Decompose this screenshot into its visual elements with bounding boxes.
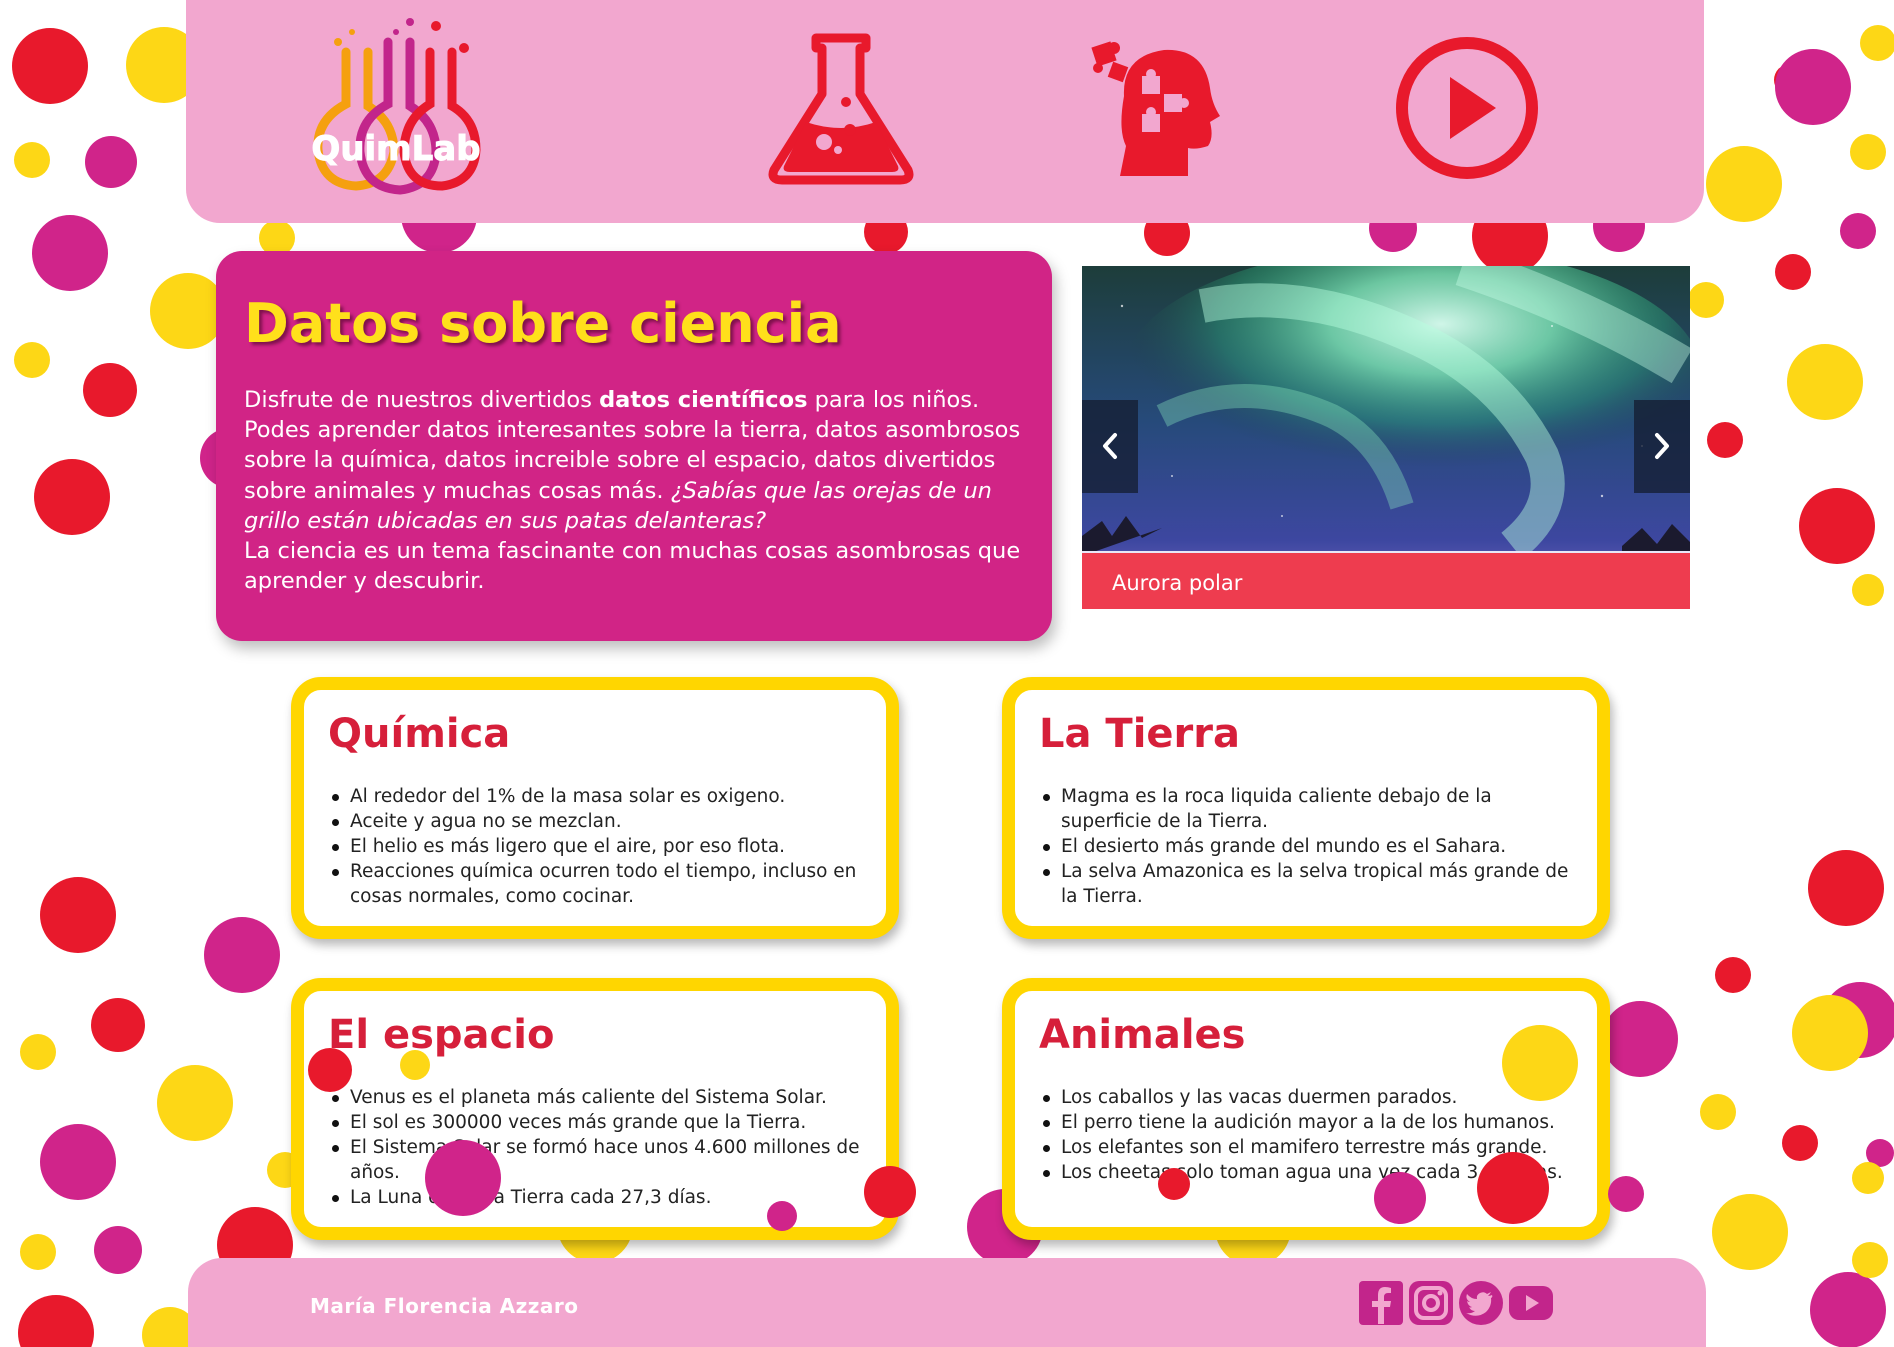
intro-text: Disfrute de nuestros divertidos datos ci… (244, 387, 1021, 595)
list-item: Los caballos y las vacas duermen parados… (1039, 1085, 1577, 1110)
head-puzzle-nav-button[interactable] (1084, 34, 1224, 184)
intro-card: Datos sobre ciencia Disfrute de nuestros… (216, 251, 1052, 641)
flask-nav-button[interactable] (766, 30, 916, 185)
card-title: Animales (1039, 1012, 1246, 1058)
play-nav-button[interactable] (1394, 35, 1540, 181)
fact-list: Los caballos y las vacas duermen parados… (1039, 1085, 1577, 1185)
youtube-link[interactable] (1508, 1280, 1554, 1326)
facebook-link[interactable] (1358, 1280, 1404, 1326)
flask-icon (768, 33, 914, 185)
chevron-left-icon (1103, 433, 1117, 459)
list-item: Aceite y agua no se mezclan. (328, 809, 866, 834)
carousel-next-button[interactable] (1634, 400, 1690, 493)
card-title: Química (328, 711, 511, 757)
play-icon (1396, 37, 1538, 179)
header: QuimLab (186, 0, 1704, 223)
list-item: La selva Amazonica es la selva tropical … (1039, 859, 1577, 909)
chevron-right-icon (1655, 433, 1669, 459)
youtube-icon (1509, 1286, 1553, 1320)
image-carousel[interactable]: Aurora polar (1082, 266, 1690, 609)
list-item: La Luna orbita la Tierra cada 27,3 días. (328, 1185, 866, 1210)
facebook-icon (1359, 1281, 1403, 1325)
card-quimica: Química Al rededor del 1% de la masa sol… (291, 677, 899, 939)
carousel-prev-button[interactable] (1082, 400, 1138, 493)
fact-list: Venus es el planeta más caliente del Sis… (328, 1085, 866, 1210)
instagram-link[interactable] (1408, 1280, 1454, 1326)
instagram-icon (1409, 1281, 1453, 1325)
fact-list: Magma es la roca liquida caliente debajo… (1039, 784, 1577, 909)
page-title: Datos sobre ciencia (244, 292, 842, 355)
list-item: El perro tiene la audición mayor a la de… (1039, 1110, 1577, 1135)
twitter-icon (1459, 1281, 1503, 1325)
list-item: El helio es más ligero que el aire, por … (328, 834, 866, 859)
list-item: Los cheetas solo toman agua una vez cada… (1039, 1160, 1577, 1185)
list-item: Los elefantes son el mamifero terrestre … (1039, 1135, 1577, 1160)
list-item: El sol es 300000 veces más grande que la… (328, 1110, 866, 1135)
list-item: Venus es el planeta más caliente del Sis… (328, 1085, 866, 1110)
twitter-link[interactable] (1458, 1280, 1504, 1326)
flasks-logo-icon: QuimLab (311, 18, 481, 195)
author-name: María Florencia Azzaro (310, 1294, 579, 1318)
list-item: Magma es la roca liquida caliente debajo… (1039, 784, 1577, 834)
carousel-caption: Aurora polar (1112, 571, 1243, 595)
quimlab-logo[interactable]: QuimLab (296, 12, 496, 212)
card-la-tierra: La Tierra Magma es la roca liquida calie… (1002, 677, 1610, 939)
svg-text:QuimLab: QuimLab (311, 129, 480, 169)
list-item: El Sistema Solar se formó hace unos 4.60… (328, 1135, 866, 1185)
card-title: El espacio (328, 1012, 555, 1058)
footer: María Florencia Azzaro (188, 1258, 1706, 1347)
head-puzzle-icon (1091, 41, 1220, 176)
card-animales: Animales Los caballos y las vacas duerme… (1002, 978, 1610, 1240)
card-title: La Tierra (1039, 711, 1240, 757)
list-item: Reacciones química ocurren todo el tiemp… (328, 859, 866, 909)
list-item: El desierto más grande del mundo es el S… (1039, 834, 1577, 859)
list-item: Al rededor del 1% de la masa solar es ox… (328, 784, 866, 809)
fact-list: Al rededor del 1% de la masa solar es ox… (328, 784, 866, 909)
card-el-espacio: El espacio Venus es el planeta más calie… (291, 978, 899, 1240)
